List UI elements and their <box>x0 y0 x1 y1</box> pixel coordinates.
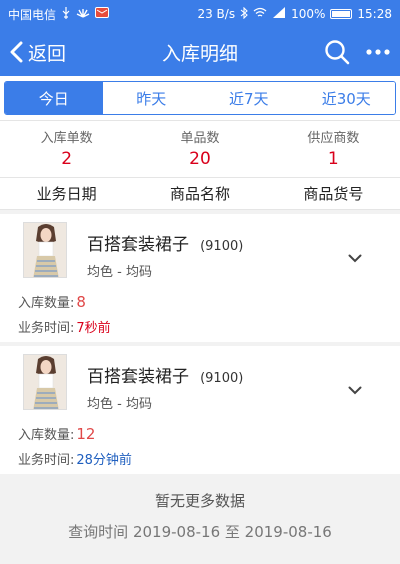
quantity-label: 入库数量: <box>18 296 75 311</box>
quantity-value: 12 <box>76 425 96 443</box>
more-icon[interactable] <box>366 48 390 56</box>
tab-last-7-days[interactable]: 近7天 <box>200 82 298 114</box>
product-name: 百搭套装裙子 <box>87 235 189 255</box>
query-time-label: 查询时间 2019-08-16 至 2019-08-16 <box>68 523 332 541</box>
summary-supplier-count: 供应商数 1 <box>267 121 400 177</box>
product-image-icon <box>24 355 66 409</box>
tab-last-30-days[interactable]: 近30天 <box>297 82 395 114</box>
time-row: 业务时间: 7秒前 <box>18 317 382 336</box>
product-thumbnail <box>23 222 67 278</box>
product-code: (9100) <box>200 371 244 386</box>
summary-item-count: 单品数 20 <box>133 121 266 177</box>
summary-value: 1 <box>327 149 339 169</box>
quantity-row: 入库数量: 8 <box>18 292 382 311</box>
chevron-down-icon[interactable] <box>348 386 362 395</box>
no-more-data-label: 暂无更多数据 <box>154 492 245 510</box>
tab-today[interactable]: 今日 <box>5 82 103 114</box>
record-card[interactable]: 百搭套装裙子 (9100) 均色 - 均码 入库数量: 8 业务时间: 7秒前 <box>0 214 400 342</box>
product-thumbnail <box>23 354 67 410</box>
record-card[interactable]: 百搭套装裙子 (9100) 均色 - 均码 入库数量: 12 业务时间: 28分… <box>0 346 400 474</box>
time-label: 业务时间: <box>18 321 75 336</box>
bluetooth-icon <box>240 6 248 22</box>
time-row: 业务时间: 28分钟前 <box>18 449 382 468</box>
chevron-left-icon <box>10 41 23 63</box>
carrier-label: 中国电信 <box>8 7 57 22</box>
list-footer: 暂无更多数据 查询时间 2019-08-16 至 2019-08-16 <box>0 474 400 542</box>
clock: 15:28 <box>357 7 392 21</box>
column-product-code[interactable]: 商品货号 <box>267 183 400 204</box>
chevron-down-icon[interactable] <box>348 254 362 263</box>
tab-yesterday[interactable]: 昨天 <box>102 82 200 114</box>
column-header: 业务日期 商品名称 商品货号 <box>0 178 400 210</box>
time-value: 28分钟前 <box>76 453 132 468</box>
summary-label: 入库单数 <box>40 131 93 146</box>
product-spec: 均色 - 均码 <box>87 265 152 280</box>
column-business-date[interactable]: 业务日期 <box>0 183 133 204</box>
product-image-icon <box>24 223 66 277</box>
time-value: 7秒前 <box>76 321 111 336</box>
back-button[interactable]: 返回 <box>0 39 66 66</box>
quantity-value: 8 <box>76 293 86 311</box>
summary-value: 20 <box>189 149 211 169</box>
product-name: 百搭套装裙子 <box>87 367 189 387</box>
usb-icon <box>61 6 71 22</box>
product-spec: 均色 - 均码 <box>87 397 152 412</box>
status-bar: 中国电信 23 B/s 100% 15:28 <box>0 0 400 28</box>
battery-percent: 100% <box>291 7 326 21</box>
summary-value: 2 <box>61 149 73 169</box>
wifi-icon <box>253 7 267 21</box>
quantity-label: 入库数量: <box>18 428 75 443</box>
mail-icon <box>95 7 110 21</box>
summary-panel: 入库单数 2 单品数 20 供应商数 1 <box>0 120 400 178</box>
product-code: (9100) <box>200 239 244 254</box>
date-range-tabs: 今日 昨天 近7天 近30天 <box>4 81 396 115</box>
quantity-row: 入库数量: 12 <box>18 424 382 443</box>
summary-order-count: 入库单数 2 <box>0 121 133 177</box>
network-speed: 23 B/s <box>197 7 236 21</box>
date-range-tabs-wrapper: 今日 昨天 近7天 近30天 <box>0 76 400 120</box>
nav-bar: 返回 入库明细 <box>0 28 400 76</box>
signal-icon <box>272 7 286 21</box>
summary-label: 单品数 <box>180 131 220 146</box>
huawei-icon <box>76 7 90 21</box>
battery-icon <box>330 9 353 19</box>
back-label: 返回 <box>28 42 67 65</box>
summary-label: 供应商数 <box>307 131 360 146</box>
time-label: 业务时间: <box>18 453 75 468</box>
search-icon[interactable] <box>324 39 350 65</box>
column-product-name[interactable]: 商品名称 <box>133 183 266 204</box>
